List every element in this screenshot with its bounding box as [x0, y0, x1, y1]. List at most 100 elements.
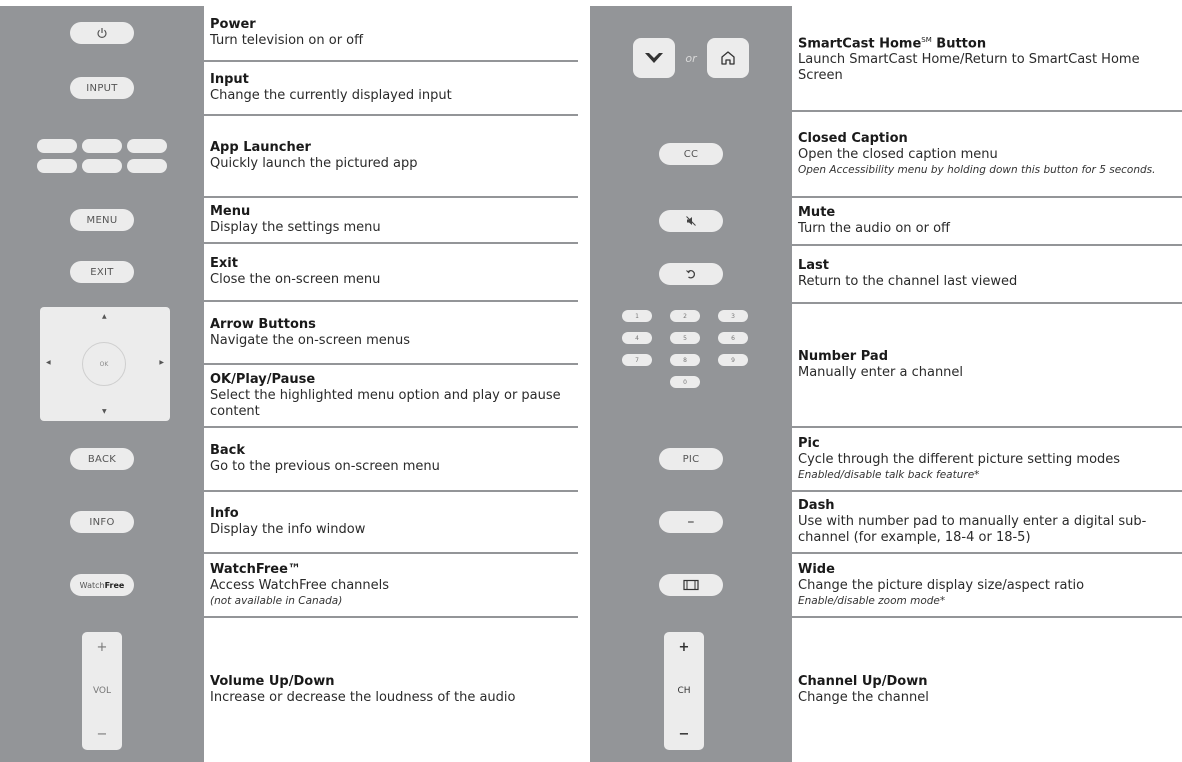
- down-arrow-icon: ▼: [102, 408, 107, 415]
- row-title: Channel Up/Down: [798, 674, 928, 689]
- app-button: [37, 159, 77, 173]
- row-power: Power Turn television on or off: [0, 6, 578, 60]
- desc-cell-ok: OK/Play/Pause Select the highlighted men…: [204, 365, 578, 426]
- service-mark: SM: [921, 35, 932, 44]
- desc-cell: Info Display the info window: [204, 492, 578, 552]
- wide-button: [659, 574, 723, 596]
- icon-cell: BACK: [0, 428, 204, 490]
- row-note: Enabled/disable talk back feature*: [798, 469, 980, 481]
- row-mute: Mute Turn the audio on or off: [590, 198, 1182, 244]
- back-button: BACK: [70, 448, 134, 470]
- row-desc: Change the currently displayed input: [210, 88, 452, 103]
- row-desc: Open the closed caption menu: [798, 147, 998, 162]
- row-dash: – Dash Use with number pad to manually e…: [590, 492, 1182, 552]
- channel-rocker: + CH −: [664, 632, 704, 750]
- minus-icon: −: [96, 727, 108, 742]
- row-pic: PIC Pic Cycle through the different pict…: [590, 428, 1182, 490]
- desc-cell: Wide Change the picture display size/asp…: [792, 554, 1182, 616]
- icon-cell: + VOL −: [0, 618, 204, 762]
- row-desc: Select the highlighted menu option and p…: [210, 387, 561, 419]
- volume-rocker: + VOL −: [82, 632, 122, 750]
- row-title: Dash: [798, 498, 835, 513]
- row-desc: Change the picture display size/aspect r…: [798, 578, 1085, 593]
- number-key: 2: [670, 310, 700, 322]
- number-key: 7: [622, 354, 652, 366]
- icon-cell: [0, 6, 204, 60]
- number-key: 4: [622, 332, 652, 344]
- channel-label: CH: [677, 686, 691, 696]
- row-menu: MENU Menu Display the settings menu: [0, 198, 578, 242]
- row-title: Input: [210, 72, 249, 87]
- icon-cell: PIC: [590, 428, 792, 490]
- row-title: Back: [210, 443, 246, 458]
- app-button: [127, 139, 167, 153]
- minus-icon: −: [678, 727, 690, 742]
- number-key: 6: [718, 332, 748, 344]
- desc-cell: Back Go to the previous on-screen menu: [204, 428, 578, 490]
- exit-button: EXIT: [70, 261, 134, 283]
- number-key: 8: [670, 354, 700, 366]
- desc-cell: Pic Cycle through the different picture …: [792, 428, 1182, 490]
- mute-button: [659, 210, 723, 232]
- icon-cell: [0, 116, 204, 196]
- row-desc: Turn television on or off: [210, 33, 364, 48]
- row-title: OK/Play/Pause: [210, 371, 316, 387]
- desc-cell: Volume Up/Down Increase or decrease the …: [204, 618, 578, 762]
- watchfree-label-a: Watch: [79, 580, 105, 590]
- row-desc: Go to the previous on-screen menu: [210, 459, 440, 474]
- dash-button: –: [659, 511, 723, 533]
- desc-cell: Closed Caption Open the closed caption m…: [792, 112, 1182, 196]
- pic-button: PIC: [659, 448, 723, 470]
- icon-cell: 1 2 3 4 5 6 7 8 9 0: [590, 304, 792, 426]
- vizio-v-icon: [645, 53, 664, 63]
- row-title: Exit: [210, 256, 238, 271]
- desc-cell: Input Change the currently displayed inp…: [204, 62, 578, 114]
- power-button: [70, 22, 134, 44]
- icon-cell: or: [590, 6, 792, 110]
- icon-cell: –: [590, 492, 792, 552]
- app-button: [37, 139, 77, 153]
- left-column: Power Turn television on or off INPUT In…: [0, 6, 578, 762]
- row-last: Last Return to the channel last viewed: [590, 246, 1182, 302]
- menu-button: MENU: [70, 209, 134, 231]
- number-key: 3: [718, 310, 748, 322]
- row-title: App Launcher: [210, 140, 311, 155]
- row-desc: Cycle through the different picture sett…: [798, 452, 1121, 467]
- row-desc: Turn the audio on or off: [798, 221, 950, 236]
- row-channel: + CH − Channel Up/Down Change the channe…: [590, 618, 1182, 762]
- desc-cell: Channel Up/Down Change the channel: [792, 618, 1182, 762]
- row-title: Number Pad: [798, 349, 888, 364]
- row-note: Enable/disable zoom mode*: [798, 595, 946, 607]
- icon-cell: INPUT: [0, 62, 204, 114]
- info-button: INFO: [70, 511, 134, 533]
- row-app-launcher: App Launcher Quickly launch the pictured…: [0, 116, 578, 196]
- row-title: Wide: [798, 562, 835, 577]
- row-title: Mute: [798, 205, 836, 220]
- plus-icon: +: [678, 640, 690, 655]
- number-pad: 1 2 3 4 5 6 7 8 9 0: [622, 310, 748, 388]
- watchfree-button: Watch Free: [70, 574, 134, 596]
- row-title: Arrow Buttons: [210, 317, 316, 332]
- row-title: SmartCast HomeSM Button: [798, 32, 1174, 52]
- row-title: Last: [798, 258, 830, 273]
- row-title: Closed Caption: [798, 131, 908, 146]
- row-desc: Display the info window: [210, 522, 366, 537]
- plus-icon: +: [96, 640, 108, 655]
- icon-cell: + CH −: [590, 618, 792, 762]
- row-title: Menu: [210, 204, 251, 219]
- watchfree-label-b: Free: [104, 580, 125, 590]
- volume-label: VOL: [92, 686, 112, 696]
- row-note: Open Accessibility menu by holding down …: [798, 164, 1156, 176]
- row-arrow-ok: ▲ ▼ ◀ ▶ OK Arrow Buttons Navigate the on…: [0, 302, 578, 426]
- row-title: Pic: [798, 436, 820, 451]
- or-text: or: [685, 51, 697, 65]
- desc-cell: Mute Turn the audio on or off: [792, 198, 1182, 244]
- cc-button: CC: [659, 143, 723, 165]
- desc-cell: WatchFree™ Access WatchFree channels (no…: [204, 554, 578, 616]
- desc-cell: App Launcher Quickly launch the pictured…: [204, 116, 578, 196]
- app-launcher-buttons: [37, 139, 167, 173]
- row-volume: + VOL − Volume Up/Down Increase or decre…: [0, 618, 578, 762]
- row-title: WatchFree™: [210, 562, 301, 577]
- row-watchfree: Watch Free WatchFree™ Access WatchFree ch…: [0, 554, 578, 616]
- input-button: INPUT: [70, 77, 134, 99]
